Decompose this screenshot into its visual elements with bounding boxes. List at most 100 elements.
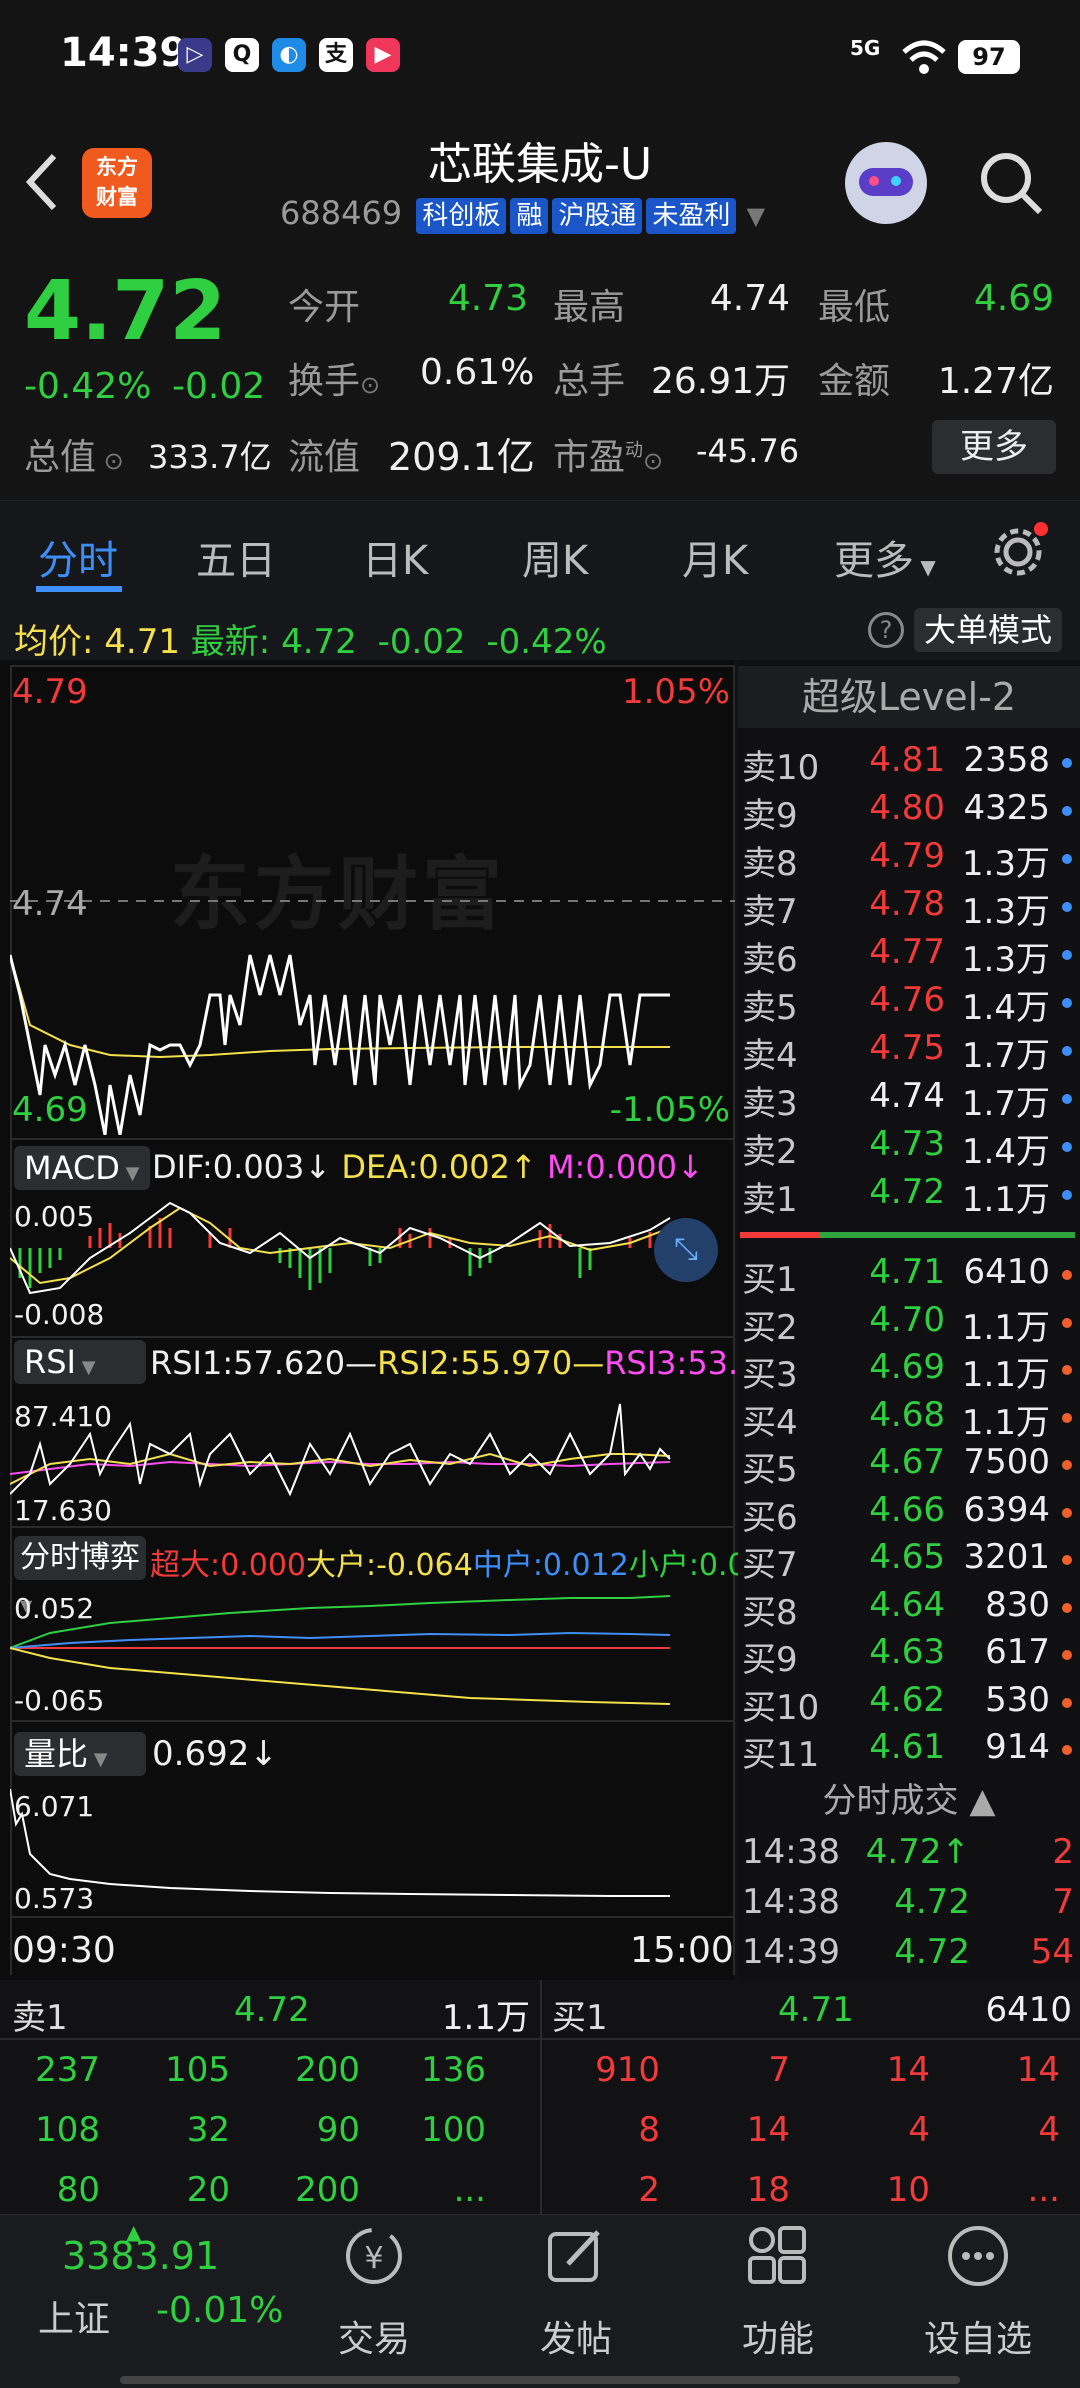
bid-row[interactable]: 买3 4.69 1.1万 bbox=[740, 1347, 1080, 1395]
bid-row[interactable]: 买9 4.63 617 bbox=[740, 1632, 1080, 1680]
queue-buy-cell: 14 bbox=[886, 2050, 930, 2090]
ask-price: 4.72 bbox=[869, 1172, 945, 1212]
rsi-selector[interactable]: RSI ▼ bbox=[14, 1340, 146, 1384]
tab-daily-k[interactable]: 日K bbox=[362, 528, 428, 586]
tag-margin: 融 bbox=[510, 198, 549, 234]
nav-trade[interactable]: 交易 bbox=[304, 2310, 444, 2362]
bid-row[interactable]: 买8 4.64 830 bbox=[740, 1585, 1080, 1633]
queue-sell-cell: 20 bbox=[186, 2170, 230, 2210]
settings-gear-icon[interactable] bbox=[990, 520, 1050, 580]
level2-title[interactable]: 超级Level-2 bbox=[738, 666, 1080, 728]
app-notify-icon: ▷ bbox=[178, 38, 212, 72]
app-notify-icon: Q bbox=[225, 38, 259, 72]
ratio-selector[interactable]: 量比 ▼ bbox=[14, 1732, 146, 1776]
watchlist-icon[interactable] bbox=[946, 2224, 1010, 2288]
robot-assistant-icon[interactable] bbox=[845, 142, 927, 224]
status-time: 14:39 bbox=[60, 30, 188, 76]
ask-level-label: 卖9 bbox=[742, 796, 798, 836]
macd-low: -0.008 bbox=[14, 1298, 105, 1331]
bid-dot-icon bbox=[1062, 1460, 1072, 1470]
post-edit-icon[interactable] bbox=[544, 2224, 608, 2288]
trades-title[interactable]: 分时成交 ▲ bbox=[738, 1770, 1080, 1832]
bid-price: 4.64 bbox=[869, 1584, 945, 1625]
bid-row[interactable]: 买1 4.71 6410 bbox=[740, 1252, 1080, 1300]
bid-level-label: 买4 bbox=[742, 1402, 798, 1443]
bid-level-label: 买1 bbox=[742, 1260, 798, 1300]
change-percent: -0.42% bbox=[24, 366, 152, 407]
trade-icon[interactable]: ¥ bbox=[338, 2224, 410, 2288]
ask-row[interactable]: 卖3 4.74 1.7万 bbox=[740, 1076, 1080, 1124]
macd-chart[interactable] bbox=[10, 1198, 735, 1328]
big-order-mode-button[interactable]: 大单模式 bbox=[914, 608, 1063, 652]
tab-indicator bbox=[36, 586, 122, 592]
ask-dot-icon bbox=[1062, 1046, 1072, 1056]
ask-level-label: 卖6 bbox=[742, 940, 798, 980]
bid-row[interactable]: 买5 4.67 7500 bbox=[740, 1442, 1080, 1490]
help-icon[interactable]: ? bbox=[868, 612, 904, 648]
bid-row[interactable]: 买11 4.61 914 bbox=[740, 1727, 1080, 1775]
flow-selector[interactable]: 分时博弈▼ bbox=[14, 1536, 146, 1615]
ask-row[interactable]: 卖7 4.78 1.3万 bbox=[740, 884, 1080, 932]
bid-row[interactable]: 买7 4.65 3201 bbox=[740, 1537, 1080, 1585]
ask-price: 4.80 bbox=[869, 788, 945, 828]
queue-sell-cell: 32 bbox=[186, 2110, 230, 2150]
amount-label: 金额 bbox=[818, 361, 891, 402]
expand-chart-icon[interactable]: ⤡ bbox=[654, 1218, 718, 1282]
flow-chart[interactable] bbox=[10, 1588, 735, 1718]
float-label: 流值 bbox=[288, 437, 361, 478]
queue-buy-volume: 6410 bbox=[985, 1990, 1072, 2030]
index-percent[interactable]: -0.01% bbox=[156, 2290, 283, 2331]
bid-row[interactable]: 买2 4.70 1.1万 bbox=[740, 1300, 1080, 1348]
nav-function[interactable]: 功能 bbox=[708, 2310, 848, 2362]
queue-sell-cell: 90 bbox=[316, 2110, 360, 2150]
queue-sell-cell: 108 bbox=[35, 2110, 100, 2150]
amount-value: 1.27亿 bbox=[937, 361, 1054, 402]
bid-volume: 6394 bbox=[963, 1489, 1050, 1530]
nav-add-watchlist[interactable]: 设自选 bbox=[908, 2310, 1048, 2362]
bid-price: 4.66 bbox=[869, 1489, 945, 1530]
more-button[interactable]: 更多 bbox=[932, 420, 1056, 474]
macd-high: 0.005 bbox=[14, 1200, 95, 1233]
ask-row[interactable]: 卖9 4.80 4325 bbox=[740, 788, 1080, 836]
tab-weekly-k[interactable]: 周K bbox=[522, 528, 588, 586]
ask-row[interactable]: 卖10 4.81 2358 bbox=[740, 740, 1080, 788]
bid-volume: 617 bbox=[985, 1632, 1050, 1672]
ratio-chart[interactable] bbox=[10, 1784, 735, 1914]
bid-row[interactable]: 买6 4.66 6394 bbox=[740, 1490, 1080, 1538]
function-grid-icon[interactable] bbox=[746, 2224, 810, 2288]
ask-row[interactable]: 卖1 4.72 1.1万 bbox=[740, 1172, 1080, 1220]
index-value[interactable]: ▲ 3383.91 bbox=[62, 2220, 219, 2278]
macd-selector[interactable]: MACD ▼ bbox=[14, 1146, 150, 1190]
tab-five-day[interactable]: 五日 bbox=[196, 528, 276, 586]
bid-row[interactable]: 买4 4.68 1.1万 bbox=[740, 1395, 1080, 1443]
search-icon[interactable] bbox=[976, 148, 1046, 218]
ask-volume: 1.7万 bbox=[961, 1036, 1050, 1076]
bid-volume: 3201 bbox=[963, 1537, 1050, 1577]
index-name[interactable]: 上证 bbox=[38, 2290, 110, 2342]
queue-buy-cell: 910 bbox=[595, 2050, 660, 2090]
bid-level-label: 买11 bbox=[742, 1735, 820, 1775]
tab-intraday[interactable]: 分时 bbox=[38, 528, 118, 586]
ask-row[interactable]: 卖6 4.77 1.3万 bbox=[740, 932, 1080, 980]
queue-sell-label: 卖1 bbox=[12, 1998, 68, 2038]
ask-volume: 1.7万 bbox=[961, 1084, 1050, 1124]
rsi-chart[interactable] bbox=[10, 1394, 735, 1514]
ask-row[interactable]: 卖8 4.79 1.3万 bbox=[740, 836, 1080, 884]
nav-post[interactable]: 发帖 bbox=[506, 2310, 646, 2362]
tab-more[interactable]: 更多 ▼ bbox=[834, 528, 936, 586]
turnover-value: 0.61% bbox=[420, 352, 535, 393]
ask-volume: 4325 bbox=[963, 788, 1050, 828]
bid-row[interactable]: 买10 4.62 530 bbox=[740, 1680, 1080, 1728]
tag-connect: 沪股通 bbox=[552, 198, 643, 234]
mcap-label: 总值 ⊙ bbox=[24, 437, 124, 478]
queue-buy-cell: 14 bbox=[746, 2110, 790, 2150]
tab-monthly-k[interactable]: 月K bbox=[682, 528, 748, 586]
ask-row[interactable]: 卖5 4.76 1.4万 bbox=[740, 980, 1080, 1028]
ask-row[interactable]: 卖2 4.73 1.4万 bbox=[740, 1124, 1080, 1172]
trade-time: 14:38 bbox=[742, 1882, 840, 1922]
trade-row: 14:38 4.72 7 bbox=[740, 1882, 1080, 1930]
ask-row[interactable]: 卖4 4.75 1.7万 bbox=[740, 1028, 1080, 1076]
open-value: 4.73 bbox=[447, 278, 528, 319]
intraday-price-chart[interactable] bbox=[10, 665, 735, 1135]
wifi-icon bbox=[902, 40, 946, 74]
